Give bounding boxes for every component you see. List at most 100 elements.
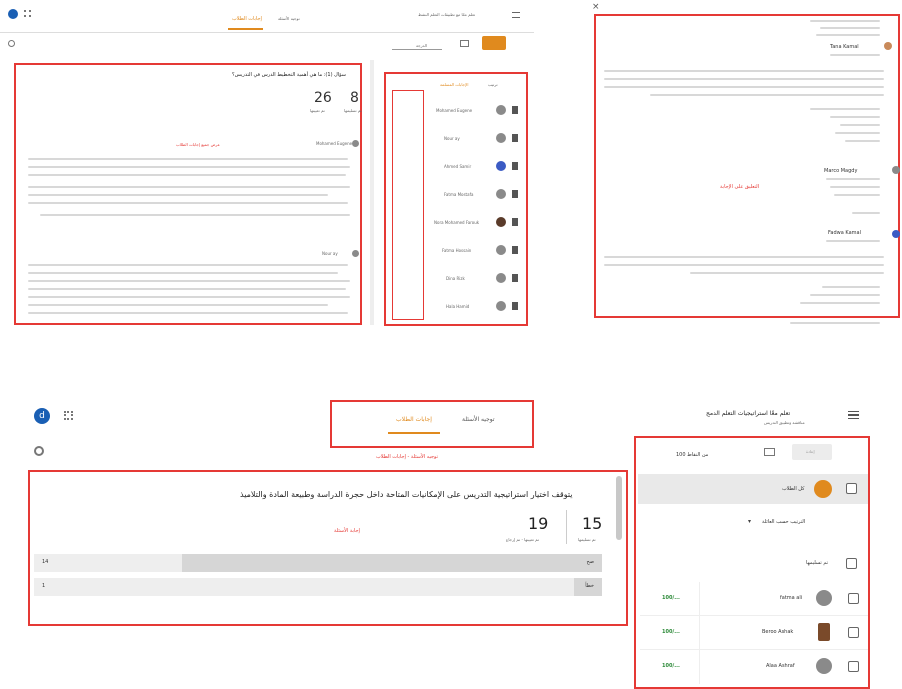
student-avatar: [496, 105, 506, 115]
tab-student-answers[interactable]: إجابات الطلاب: [232, 16, 262, 22]
comment-line: [604, 86, 884, 88]
comment-line: [604, 78, 884, 80]
list-item[interactable]: Fatma Mostafa: [430, 184, 526, 206]
student-avatar: [818, 623, 830, 641]
student-grade[interactable]: 100/...: [662, 629, 680, 635]
tab-active-underline: [388, 432, 440, 434]
trash-icon[interactable]: [512, 162, 518, 170]
page-title: تعلم معًا استراتيجيات التعلم الدمج: [706, 410, 791, 417]
student-avatar: [496, 245, 506, 255]
list-item[interactable]: Mohamed Eugene: [430, 100, 526, 122]
stat-assigned: 19: [528, 514, 549, 533]
trash-icon[interactable]: [512, 134, 518, 142]
answer-text-line: [28, 194, 328, 196]
student-avatar: [816, 658, 832, 674]
commenter-name: Marco Magdy: [824, 168, 858, 174]
return-button[interactable]: إعادة: [792, 444, 832, 460]
comment-line: [830, 186, 880, 188]
settings-icon[interactable]: [34, 446, 44, 456]
option-count: 1: [42, 583, 46, 589]
return-button[interactable]: [482, 36, 506, 50]
comment-line: [816, 34, 880, 36]
list-item[interactable]: Nora Mohamed Farouk: [430, 212, 526, 234]
sort-dropdown[interactable]: ▾ الترتيب حسب العائلة: [748, 516, 844, 530]
mail-icon[interactable]: [764, 448, 775, 456]
top-right-screenshot: × Tana Kamal Marco Magdy التعليق على الإ…: [590, 0, 902, 330]
apps-grid-icon[interactable]: [64, 411, 73, 420]
tab-sort[interactable]: ترتيب: [488, 82, 498, 87]
option-label: خطأ: [585, 583, 594, 589]
student-name: Alaa Ashraf: [766, 663, 795, 669]
student-grade[interactable]: 100/...: [662, 595, 680, 601]
comment-line: [820, 27, 880, 29]
center-comment-label[interactable]: التعليق على الإجابة: [720, 184, 759, 190]
tab-student-answers[interactable]: إجابات الطلاب: [396, 416, 432, 423]
hamburger-icon-middle: [848, 414, 859, 416]
close-icon[interactable]: ×: [592, 2, 600, 12]
answer-questions-link[interactable]: إجابة الأسئلة: [334, 528, 360, 534]
stat-answered: 8: [350, 90, 359, 106]
list-item[interactable]: 100/... Alaa Ashraf: [640, 650, 868, 684]
student-grade[interactable]: 100/...: [662, 663, 680, 669]
trash-icon[interactable]: [512, 274, 518, 282]
list-item[interactable]: Fatma Hossain: [430, 240, 526, 262]
select-all-checkbox[interactable]: [846, 483, 857, 494]
main-scrollbar[interactable]: [370, 60, 374, 325]
tab-question-guide[interactable]: توجيه الأسئلة: [278, 16, 300, 21]
trash-icon[interactable]: [512, 218, 518, 226]
answer-avatar: [352, 250, 359, 257]
tab-question-guide[interactable]: توجيه الأسئلة: [462, 416, 495, 423]
user-avatar[interactable]: d: [34, 408, 50, 424]
answer-text-line: [28, 312, 348, 314]
list-item[interactable]: Dina Rizk: [430, 268, 526, 290]
trash-icon[interactable]: [512, 246, 518, 254]
question-text: يتوقف اختيار استراتيجية التدريس على الإم…: [240, 490, 573, 499]
comment-line: [845, 140, 880, 142]
student-name: Hala Hamid: [446, 304, 470, 309]
student-checkbox[interactable]: [848, 593, 859, 604]
comment-line: [834, 194, 880, 196]
app-avatar[interactable]: [8, 9, 18, 19]
main-scrollbar[interactable]: [616, 476, 622, 540]
option-fill: [181, 554, 602, 572]
trash-icon[interactable]: [512, 302, 518, 310]
comment-line: [800, 302, 880, 304]
comment-line: [810, 108, 880, 110]
trash-icon[interactable]: [512, 190, 518, 198]
option-label: صح: [586, 559, 594, 565]
list-item[interactable]: 100/... Beroo Ashak: [640, 616, 868, 650]
group-checkbox[interactable]: [846, 558, 857, 569]
breadcrumb: توجيه الأسئلة - إجابات الطلاب: [376, 454, 439, 460]
view-all-answers-link[interactable]: عرض جميع إجابات الطلاب: [176, 142, 220, 147]
list-item[interactable]: Ahmed Samir: [430, 156, 526, 178]
tab-answered[interactable]: الإجابات المسلمة: [440, 82, 468, 87]
apps-grid-icon[interactable]: [24, 10, 31, 17]
answer-text-line: [28, 158, 348, 160]
commenter-name: Fadwa Kamal: [828, 230, 861, 236]
comment-line: [830, 54, 880, 56]
comment-line: [826, 240, 880, 242]
commenter-name: Tana Kamal: [830, 44, 859, 50]
trash-icon[interactable]: [512, 106, 518, 114]
group-avatar: [814, 480, 832, 498]
all-students-row[interactable]: كل الطلاب: [638, 474, 868, 504]
list-item[interactable]: 100/... fatma ali: [640, 582, 868, 616]
list-item[interactable]: Hala Hamid: [430, 296, 526, 318]
student-checkbox[interactable]: [848, 627, 859, 638]
answer-text-line: [28, 264, 348, 266]
sort-label: الترتيب حسب العائلة: [762, 519, 806, 525]
hamburger-icon[interactable]: [512, 12, 520, 18]
comment-line: [835, 132, 880, 134]
answer-text-line: [28, 304, 328, 306]
mail-icon[interactable]: [460, 40, 469, 47]
comment-line: [810, 20, 880, 22]
answer-author: Mohamed Eugene: [316, 141, 353, 146]
student-name: Nour ay: [444, 136, 460, 141]
student-checkbox[interactable]: [848, 661, 859, 672]
settings-icon[interactable]: [8, 40, 15, 47]
comment-line: [604, 256, 884, 258]
student-list: 100/... fatma ali 100/... Beroo Ashak 10…: [640, 582, 868, 688]
list-item[interactable]: Nour ay: [430, 128, 526, 150]
answer-text-line: [28, 288, 346, 290]
student-avatar: [496, 189, 506, 199]
